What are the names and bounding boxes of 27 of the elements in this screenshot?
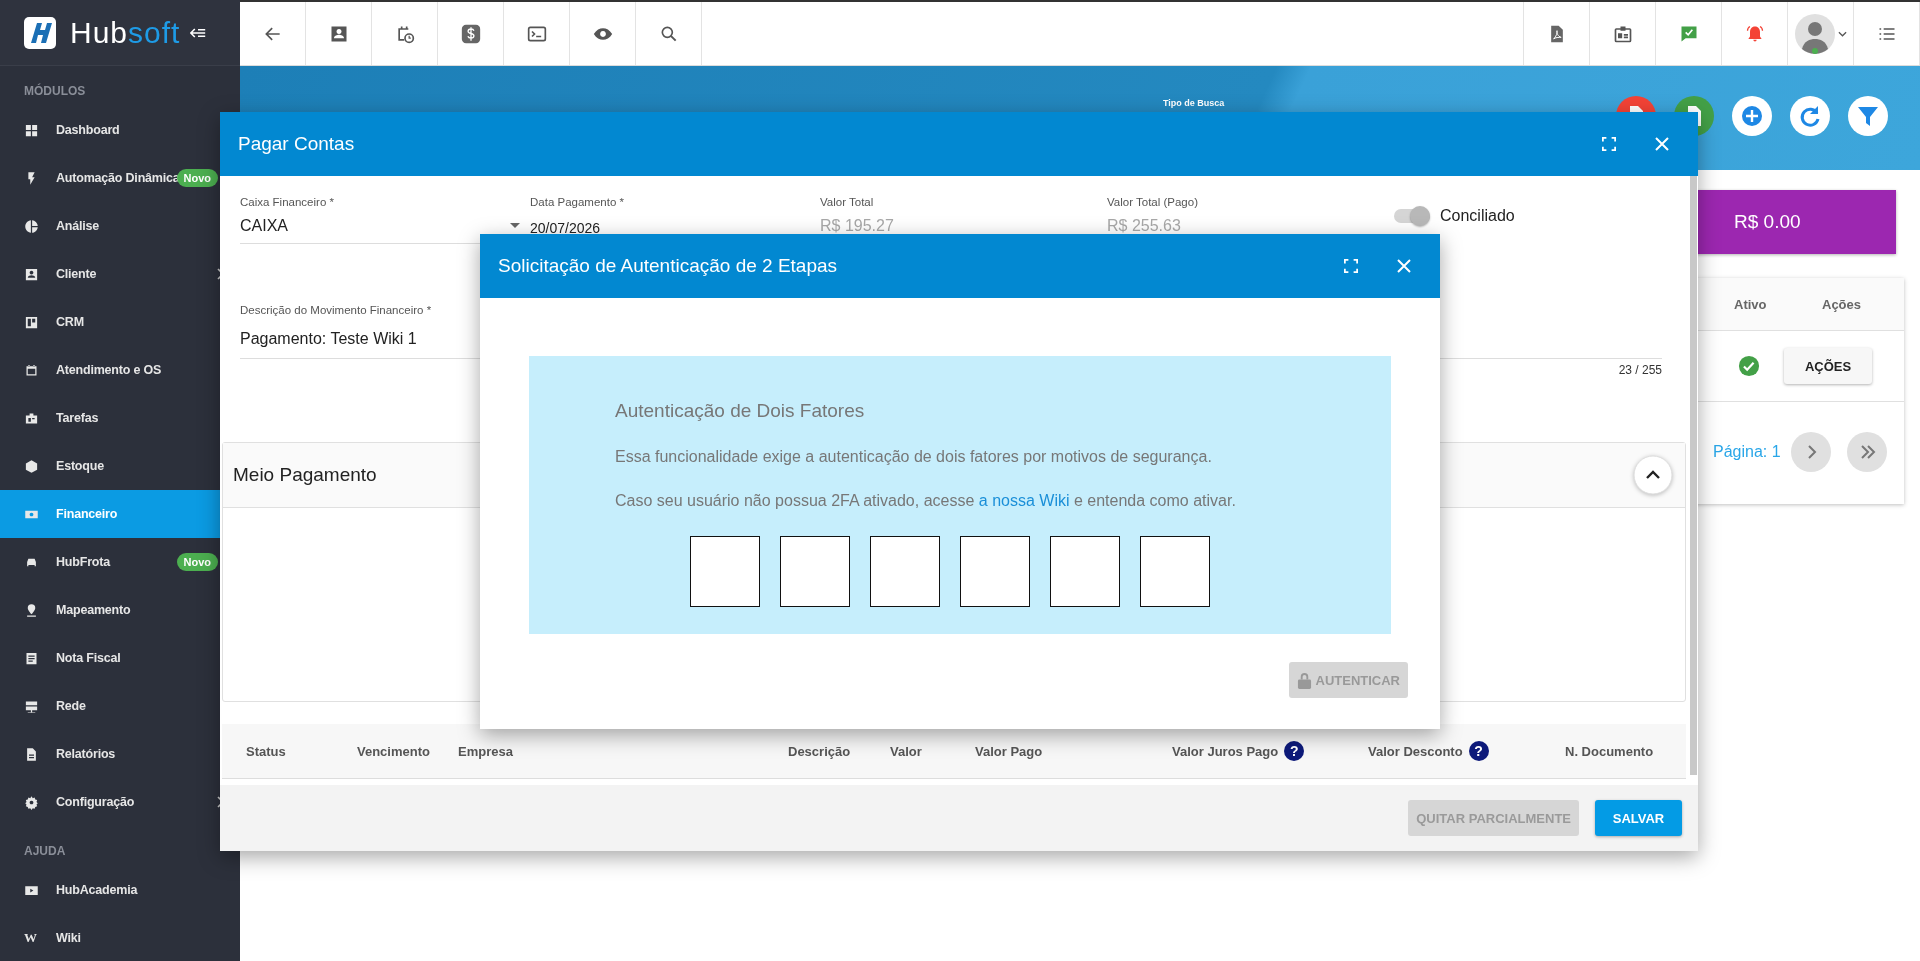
column-header: Ativo	[1734, 296, 1768, 312]
dialog-title: Pagar Contas	[238, 133, 356, 155]
auth-text: Essa funcionalidade exige a autenticação de dois fatores por motivos de segurança.	[615, 448, 1213, 466]
auth-heading: Autenticação de Dois Fatores	[615, 400, 866, 422]
search-type-label: Tipo de Busca	[1163, 98, 1225, 108]
total-amount: R$ 0.00	[1734, 211, 1801, 233]
character-counter: 23 / 255	[1617, 363, 1662, 377]
column-header: Valor Pago	[975, 743, 1043, 759]
column-header: Vencimento	[357, 743, 430, 759]
page-indicator: Página: 1	[1713, 443, 1781, 461]
column-header: Valor Desconto	[1368, 743, 1463, 759]
column-header: Valor Juros Pago	[1172, 743, 1279, 759]
section-heading: MÓDULOS	[23, 82, 87, 100]
wiki-icon: W	[24, 930, 39, 946]
column-header: Status	[246, 743, 286, 759]
column-header: Empresa	[458, 743, 513, 759]
column-header: N. Documento	[1565, 743, 1654, 759]
toggle-label: Conciliado	[1440, 207, 1515, 225]
section-heading: AJUDA	[23, 843, 67, 860]
column-header: Ações	[1822, 296, 1862, 312]
column-header: Descrição	[788, 743, 851, 759]
column-header: Valor	[890, 743, 922, 759]
panel-title: Meio Pagamento	[233, 464, 377, 486]
help-text: Caso seu usuário não possua 2FA ativado, acesse a nossa Wiki e entenda como ativar.	[615, 492, 1237, 510]
new-badge: Novo	[176, 553, 218, 571]
dialog-title: Solicitação de Autenticação de 2 Etapas	[498, 255, 839, 277]
logo: Hubsoft	[70, 15, 181, 50]
